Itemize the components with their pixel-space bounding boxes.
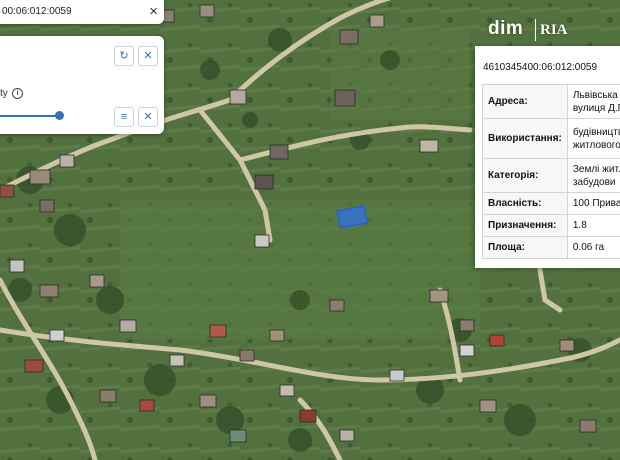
row-value: 1.8 [566,214,620,237]
table-row: Власність: 100 Приватн [482,192,620,215]
parcel-info-card: 4610345400:06:012:0059 Адреса: Львівська… [475,46,620,268]
menu-icon[interactable]: ≡ [114,107,134,127]
cadastral-number: 4610345400:06:012:0059 [483,62,598,73]
layer-panel: ↻ ✕ ty i ≡ ✕ [0,36,164,134]
table-row: Адреса: Львівська обвулиця Д.Гал [482,84,620,119]
row-key: Використання: [482,118,568,159]
parcel-info-table: Адреса: Львівська обвулиця Д.Гал Викорис… [482,84,620,259]
row-key: Адреса: [482,84,568,119]
row-value: Львівська обвулиця Д.Гал [566,84,620,119]
logo-dim-text: dim [488,18,524,39]
row-key: Площа: [482,236,568,259]
row-value: 100 Приватн [566,192,620,215]
opacity-slider-track[interactable] [0,115,58,117]
cadastral-search-bar[interactable]: 00:06:012:0059 × [0,0,164,24]
close-icon[interactable]: × [149,3,158,21]
row-key: Призначення: [482,214,568,237]
row-value: будівництвожитлового бу [566,118,620,159]
opacity-label: ty [0,88,8,99]
table-row: Площа: 0.06 га [482,236,620,259]
table-row: Призначення: 1.8 [482,214,620,237]
opacity-slider-thumb[interactable] [55,111,64,120]
table-row: Використання: будівництвожитлового бу [482,118,620,159]
search-value[interactable]: 00:06:012:0059 [2,6,72,17]
remove-layer-button[interactable]: ✕ [138,107,158,127]
row-value: Землі житловзабудови [566,158,620,193]
row-key: Власність: [482,192,568,215]
info-icon[interactable]: i [12,88,23,99]
table-row: Категорія: Землі житловзабудови [482,158,620,193]
dimria-logo: dim RIA [478,17,588,43]
close-panel-button[interactable]: ✕ [138,46,158,66]
refresh-icon[interactable]: ↻ [114,46,134,66]
row-key: Категорія: [482,158,568,193]
logo-divider [535,19,536,41]
row-value: 0.06 га [566,236,620,259]
logo-ria-text: RIA [540,22,568,38]
